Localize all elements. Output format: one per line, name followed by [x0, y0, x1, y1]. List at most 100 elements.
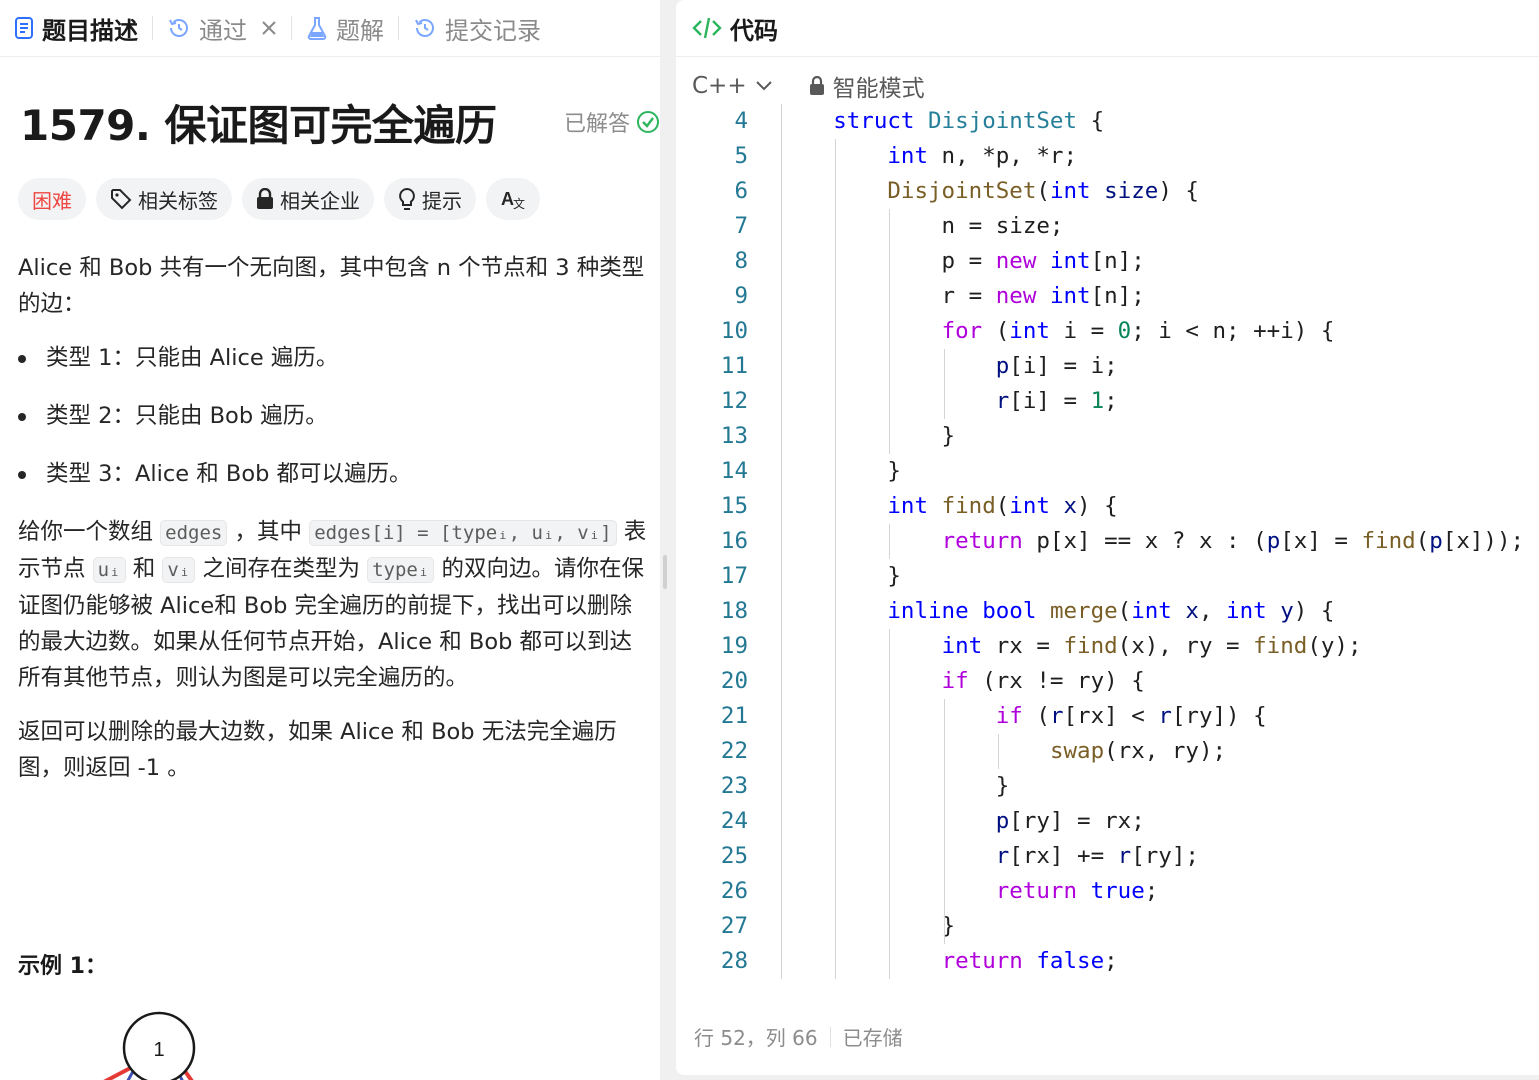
text-span: 和: [132, 556, 156, 582]
problem-panel: 题目描述 通过 题解 提交记录 1579. 保证图可完全遍历 已解答 困难 相关…: [0, 0, 660, 1080]
edges-paragraph: 给你一个数组 edges ，其中 edges[i] = [typeᵢ, uᵢ, …: [18, 514, 654, 696]
history-icon: [413, 16, 437, 40]
hint-chip[interactable]: 提示: [384, 178, 476, 220]
list-item: 类型 2：只能由 Bob 遍历。: [18, 398, 654, 434]
list-item: 类型 1：只能由 Alice 遍历。: [18, 340, 654, 376]
problem-title[interactable]: 1579. 保证图可完全遍历: [20, 92, 497, 153]
text-span: ，其中: [234, 519, 303, 545]
example-graph: 1: [103, 1011, 196, 1080]
line-number: 8: [734, 248, 748, 274]
indent-guide: [835, 139, 837, 979]
lock-icon: [809, 76, 825, 96]
close-icon[interactable]: [261, 20, 277, 36]
history-icon: [167, 16, 191, 40]
line-number: 22: [720, 738, 748, 764]
indent-guide: [889, 209, 891, 454]
tab-description-label: 题目描述: [42, 16, 138, 45]
text-span: 给你一个数组: [18, 519, 154, 545]
line-number: 5: [734, 143, 748, 169]
inline-code: edges: [160, 520, 228, 546]
line-number: 9: [734, 283, 748, 309]
inline-code: uᵢ: [92, 557, 126, 583]
status-divider: [829, 1026, 831, 1047]
panel-resize-handle[interactable]: [663, 555, 667, 589]
tab-divider: [398, 16, 399, 40]
line-number: 18: [720, 598, 748, 624]
line-number: 14: [720, 458, 748, 484]
inline-code: edges[i] = [typeᵢ, uᵢ, vᵢ]: [309, 520, 617, 546]
problem-description: Alice 和 Bob 共有一个无向图，其中包含 n 个节点和 3 种类型的边：…: [18, 250, 654, 804]
indent-guide: [997, 734, 999, 769]
code-editor[interactable]: 4 struct DisjointSet {5 int n, *p, *r; 6 …: [676, 104, 1539, 989]
inline-code: typeᵢ: [367, 557, 435, 583]
tags-chip[interactable]: 相关标签: [96, 178, 232, 220]
cursor-position: 行 52，列 66: [694, 1026, 818, 1050]
save-status: 已存储: [842, 1026, 903, 1050]
smart-mode-label: 智能模式: [832, 76, 925, 102]
line-number: 10: [720, 318, 748, 344]
indent-guide: [889, 524, 891, 559]
code-panel: 代码 C++ 智能模式 4 struct DisjointSet {5 int …: [676, 0, 1539, 1075]
line-number: 17: [720, 563, 748, 589]
line-number: 7: [734, 213, 748, 239]
edge-type-list: 类型 1：只能由 Alice 遍历。 类型 2：只能由 Bob 遍历。 类型 3…: [18, 340, 654, 492]
solved-label: 已解答: [563, 112, 630, 137]
tab-submissions-label: 提交记录: [445, 16, 541, 45]
line-number: 19: [720, 633, 748, 659]
tab-solutions-label: 题解: [336, 16, 384, 45]
line-number: 4: [734, 108, 748, 134]
line-number: 23: [720, 773, 748, 799]
left-tab-bar: 题目描述 通过 题解 提交记录: [0, 0, 660, 57]
line-number: 20: [720, 668, 748, 694]
svg-text:文: 文: [513, 196, 525, 210]
line-number: 26: [720, 878, 748, 904]
solved-status: 已解答: [564, 106, 660, 138]
translate-icon: A文: [500, 188, 526, 210]
code-icon: [692, 16, 722, 40]
inline-code: vᵢ: [162, 557, 196, 583]
companies-chip-label: 相关企业: [280, 188, 360, 213]
tab-submissions[interactable]: 提交记录: [413, 11, 541, 46]
line-number: 11: [720, 353, 748, 379]
tab-solutions[interactable]: 题解: [306, 11, 384, 46]
tags-chip-label: 相关标签: [138, 188, 218, 213]
indent-guide: [943, 349, 945, 419]
code-panel-title: 代码: [730, 16, 778, 45]
hint-chip-label: 提示: [422, 188, 462, 213]
tab-passed-label: 通过: [199, 16, 247, 45]
indent-guide: [943, 699, 945, 944]
line-number: 24: [720, 808, 748, 834]
editor-toolbar: C++ 智能模式: [692, 66, 925, 106]
list-item: 类型 3：Alice 和 Bob 都可以遍历。: [18, 456, 654, 492]
example-title: 示例 1：: [18, 954, 107, 979]
lock-icon: [256, 188, 274, 210]
tab-description[interactable]: 题目描述: [14, 11, 138, 46]
companies-chip[interactable]: 相关企业: [242, 178, 374, 220]
line-number: 21: [720, 703, 748, 729]
text-span: 之间存在类型为: [202, 556, 360, 582]
translate-chip[interactable]: A文: [486, 178, 540, 220]
code-panel-header: 代码: [676, 0, 1539, 57]
indent-guide: [781, 104, 782, 979]
graph-node-label: 1: [153, 1039, 164, 1061]
language-label: C++: [692, 73, 747, 99]
tab-divider: [291, 16, 292, 40]
line-number: 27: [720, 913, 748, 939]
editor-status-bar: 行 52，列 66 已存储: [694, 1022, 903, 1051]
line-number: 15: [720, 493, 748, 519]
indent-guide: [889, 629, 891, 979]
tab-passed[interactable]: 通过: [167, 11, 277, 46]
language-select[interactable]: C++: [692, 73, 773, 99]
difficulty-badge: 困难: [18, 178, 86, 220]
return-paragraph: 返回可以删除的最大边数，如果 Alice 和 Bob 无法完全遍历图，则返回 -…: [18, 719, 617, 781]
line-number: 16: [720, 528, 748, 554]
line-number: 12: [720, 388, 748, 414]
chevron-down-icon: [755, 80, 773, 92]
lightbulb-icon: [398, 187, 416, 211]
smart-mode-toggle[interactable]: 智能模式: [809, 69, 925, 103]
line-number: 13: [720, 423, 748, 449]
tab-divider: [152, 16, 153, 40]
document-icon: [14, 17, 34, 39]
line-number: 6: [734, 178, 748, 204]
problem-chips: 困难 相关标签 相关企业 提示 A文: [18, 178, 540, 220]
